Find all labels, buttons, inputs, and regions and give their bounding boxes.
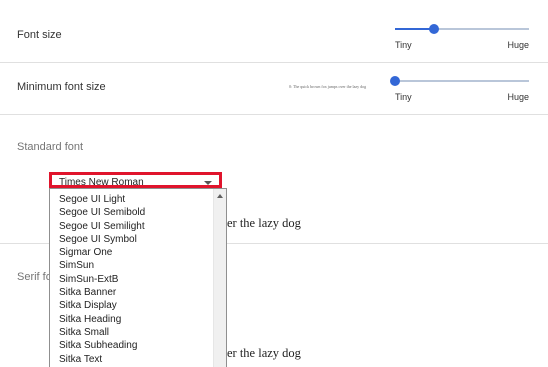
dropdown-option[interactable]: Segoe UI Symbol bbox=[50, 233, 214, 246]
font-size-max-label: Huge bbox=[507, 40, 529, 50]
standard-font-dropdown-list[interactable]: Segoe UI Light Segoe UI Semibold Segoe U… bbox=[49, 188, 227, 367]
min-font-size-label: Minimum font size bbox=[17, 81, 106, 93]
dropdown-option[interactable]: Sitka Text bbox=[50, 353, 214, 366]
dropdown-option[interactable]: Segoe UI Semilight bbox=[50, 220, 214, 233]
dropdown-option[interactable]: SimSun bbox=[50, 259, 214, 272]
font-size-slider-knob[interactable] bbox=[429, 24, 439, 34]
settings-page: { "font_size": { "label": "Font size", "… bbox=[0, 0, 548, 367]
dropdown-option[interactable]: Sitka Small bbox=[50, 326, 214, 339]
dropdown-option[interactable]: Sitka Subheading bbox=[50, 339, 214, 352]
font-size-min-label: Tiny bbox=[395, 40, 412, 50]
dropdown-options: Segoe UI Light Segoe UI Semibold Segoe U… bbox=[50, 193, 214, 366]
min-font-size-slider-track[interactable] bbox=[395, 80, 529, 82]
chevron-down-icon bbox=[204, 181, 212, 185]
dropdown-option[interactable]: SimSun-ExtB bbox=[50, 273, 214, 286]
standard-font-select[interactable]: Times New Roman bbox=[49, 172, 222, 188]
dropdown-option[interactable]: Sitka Display bbox=[50, 299, 214, 312]
standard-font-sample: er the lazy dog bbox=[227, 216, 301, 230]
min-font-size-max-label: Huge bbox=[507, 92, 529, 102]
dropdown-scrollbar[interactable] bbox=[213, 189, 226, 367]
min-font-size-sample: 0: The quick brown fox jumps over the la… bbox=[289, 84, 367, 89]
scroll-up-arrow-icon[interactable] bbox=[217, 194, 223, 198]
serif-font-heading: Serif fo bbox=[17, 271, 52, 283]
serif-font-sample: er the lazy dog bbox=[227, 346, 301, 360]
dropdown-option[interactable]: Sitka Banner bbox=[50, 286, 214, 299]
min-font-size-slider-knob[interactable] bbox=[390, 76, 400, 86]
min-font-size-min-label: Tiny bbox=[395, 92, 412, 102]
divider bbox=[0, 62, 548, 63]
standard-font-selected-value: Times New Roman bbox=[59, 177, 144, 188]
standard-font-heading: Standard font bbox=[17, 141, 84, 153]
dropdown-option[interactable]: Sitka Heading bbox=[50, 313, 214, 326]
divider bbox=[0, 114, 548, 115]
page-scrollbar[interactable] bbox=[540, 0, 548, 367]
dropdown-option[interactable]: Segoe UI Light bbox=[50, 193, 214, 206]
font-size-label: Font size bbox=[17, 29, 62, 41]
dropdown-option[interactable]: Segoe UI Semibold bbox=[50, 206, 214, 219]
dropdown-option[interactable]: Sigmar One bbox=[50, 246, 214, 259]
